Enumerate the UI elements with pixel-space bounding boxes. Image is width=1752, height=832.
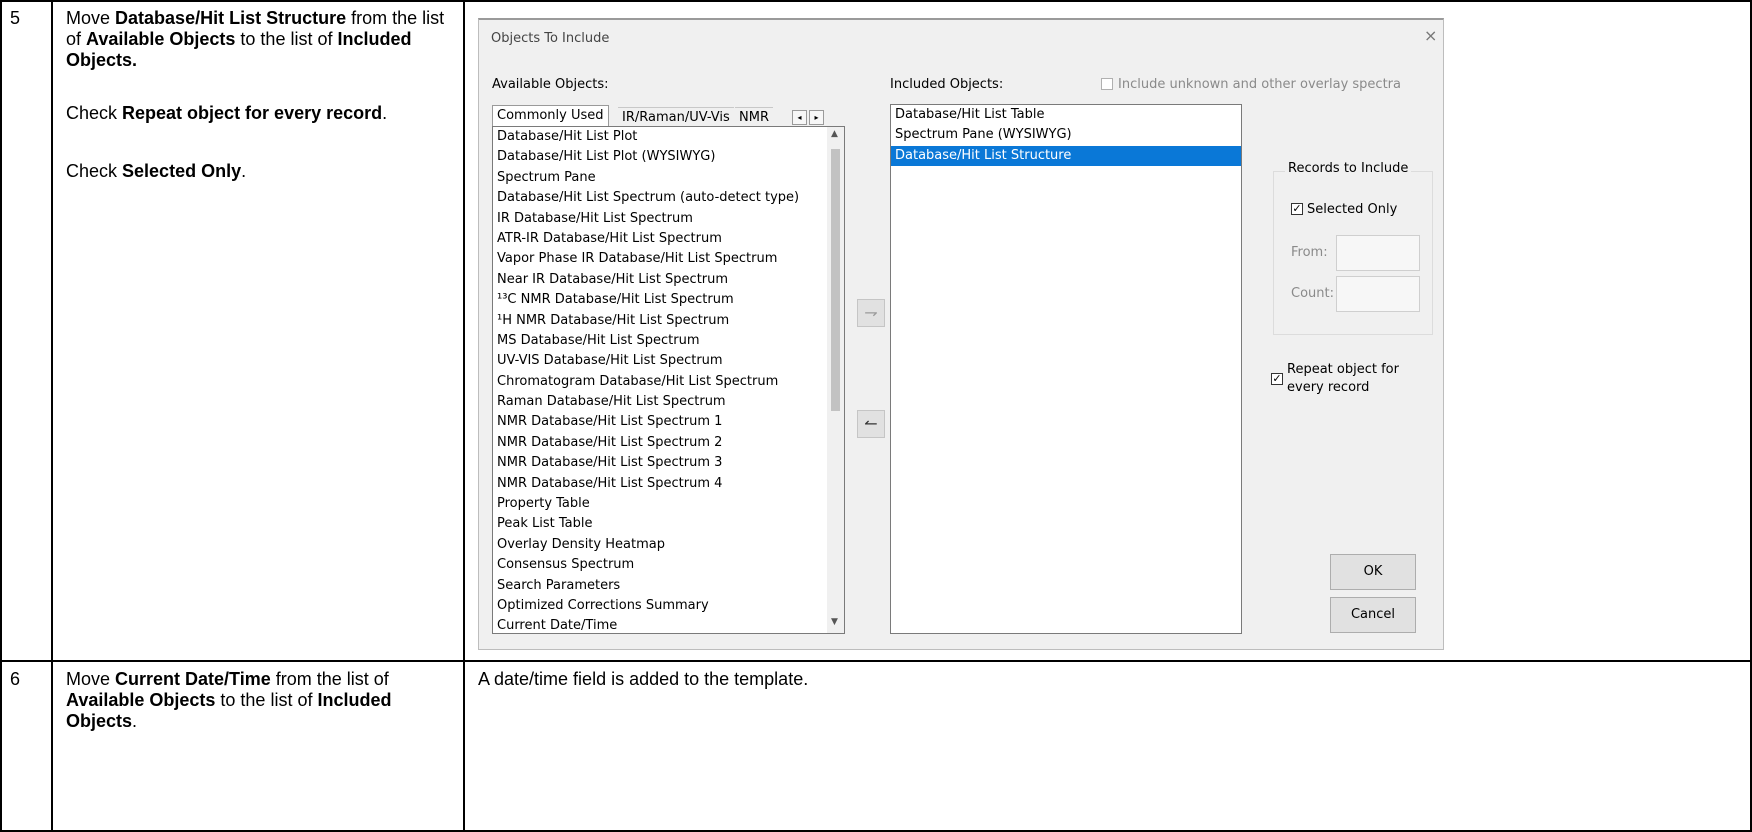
column-separator-step bbox=[51, 0, 53, 832]
emphasized-text: Database/Hit List Structure bbox=[115, 8, 347, 28]
objects-to-include-dialog: Objects To Include × Available Objects: … bbox=[478, 18, 1444, 650]
list-item[interactable]: NMR Database/Hit List Spectrum 1 bbox=[493, 412, 844, 432]
list-item[interactable]: Database/Hit List Structure bbox=[891, 145, 1241, 167]
step-result: A date/time field is added to the templa… bbox=[478, 669, 809, 689]
move-to-included-button[interactable]: ⇁ bbox=[857, 299, 885, 327]
instruction-text: . bbox=[241, 161, 247, 181]
tab-scroll-right-icon[interactable]: ▸ bbox=[809, 110, 824, 125]
instruction-paragraph: Move Current Date/Time from the list of … bbox=[66, 669, 458, 732]
emphasized-text: Selected Only bbox=[122, 161, 242, 181]
list-item[interactable]: ¹³C NMR Database/Hit List Spectrum bbox=[493, 290, 844, 310]
emphasized-text: Available Objects bbox=[86, 29, 236, 49]
instruction-paragraph: Move Database/Hit List Structure from th… bbox=[66, 8, 458, 71]
list-item[interactable]: NMR Database/Hit List Spectrum 3 bbox=[493, 453, 844, 473]
emphasized-text: Repeat object for every record bbox=[122, 103, 383, 123]
instruction-paragraph: Check Repeat object for every record. bbox=[66, 103, 458, 124]
records-to-include-label: Records to Include bbox=[1285, 161, 1412, 176]
list-item[interactable]: MS Database/Hit List Spectrum bbox=[493, 331, 844, 351]
chevron-up-icon[interactable]: ▲ bbox=[831, 129, 838, 139]
table-top-border bbox=[0, 0, 1752, 2]
repeat-object-label-line2: every record bbox=[1287, 380, 1370, 395]
tab-nmr[interactable]: NMR bbox=[735, 107, 773, 127]
instruction-text: Check bbox=[66, 103, 123, 123]
vertical-scrollbar[interactable]: ▲ ▼ bbox=[827, 127, 844, 633]
selected-only-label: Selected Only bbox=[1307, 202, 1398, 217]
step-number: 6 bbox=[10, 669, 21, 689]
included-objects-label: Included Objects: bbox=[890, 77, 1004, 92]
repeat-object-checkbox[interactable]: ✓ bbox=[1271, 373, 1283, 385]
count-input[interactable] bbox=[1336, 276, 1420, 312]
instruction-text: to the list of bbox=[235, 29, 338, 49]
repeat-object-label-line1: Repeat object for bbox=[1287, 362, 1399, 377]
list-item[interactable]: Raman Database/Hit List Spectrum bbox=[493, 392, 844, 412]
dialog-title: Objects To Include bbox=[491, 31, 610, 46]
move-to-available-button[interactable]: ↼ bbox=[857, 410, 885, 438]
instruction-text: Move bbox=[66, 669, 116, 689]
step-instructions: Move Database/Hit List Structure from th… bbox=[66, 8, 458, 182]
include-unknown-checkbox[interactable] bbox=[1101, 78, 1113, 90]
instruction-text: . bbox=[132, 711, 138, 731]
list-item[interactable]: Property Table bbox=[493, 494, 844, 514]
row-separator bbox=[0, 660, 1752, 662]
list-item[interactable]: Vapor Phase IR Database/Hit List Spectru… bbox=[493, 249, 844, 269]
scrollbar-thumb[interactable] bbox=[831, 149, 840, 411]
list-item[interactable]: Peak List Table bbox=[493, 514, 844, 534]
list-item[interactable]: Database/Hit List Plot (WYSIWYG) bbox=[493, 147, 844, 167]
list-item[interactable]: Database/Hit List Plot bbox=[493, 127, 844, 147]
tab-commonly-used[interactable]: Commonly Used bbox=[492, 105, 609, 127]
list-item[interactable]: Database/Hit List Table bbox=[891, 105, 1241, 125]
column-separator-instructions bbox=[463, 0, 465, 832]
list-item[interactable]: UV-VIS Database/Hit List Spectrum bbox=[493, 351, 844, 371]
table-left-border bbox=[0, 0, 2, 832]
step-instructions: Move Current Date/Time from the list of … bbox=[66, 669, 458, 732]
list-item[interactable]: Chromatogram Database/Hit List Spectrum bbox=[493, 372, 844, 392]
emphasized-text: Current Date/Time bbox=[115, 669, 271, 689]
count-label: Count: bbox=[1291, 286, 1334, 301]
included-items: Database/Hit List Table Spectrum Pane (WY… bbox=[891, 105, 1241, 167]
ok-button[interactable]: OK bbox=[1330, 554, 1416, 590]
from-label: From: bbox=[1291, 245, 1328, 260]
instruction-text: Check bbox=[66, 161, 123, 181]
from-input[interactable] bbox=[1336, 235, 1420, 271]
list-item[interactable]: NMR Database/Hit List Spectrum 4 bbox=[493, 474, 844, 494]
instruction-text: . bbox=[382, 103, 388, 123]
instruction-text: Move bbox=[66, 8, 116, 28]
selected-only-checkbox[interactable]: ✓ bbox=[1291, 203, 1303, 215]
list-item[interactable]: Optimized Corrections Summary bbox=[493, 596, 844, 616]
emphasized-text: Available Objects bbox=[66, 690, 216, 710]
list-item[interactable]: IR Database/Hit List Spectrum bbox=[493, 209, 844, 229]
list-item[interactable]: Spectrum Pane (WYSIWYG) bbox=[891, 125, 1241, 145]
instruction-text: to the list of bbox=[215, 690, 318, 710]
list-item[interactable]: ¹H NMR Database/Hit List Spectrum bbox=[493, 311, 844, 331]
include-unknown-label: Include unknown and other overlay spectr… bbox=[1118, 77, 1401, 92]
step-number: 5 bbox=[10, 8, 21, 28]
instruction-paragraph: Check Selected Only. bbox=[66, 161, 458, 182]
list-item[interactable]: Spectrum Pane bbox=[493, 168, 844, 188]
instruction-text: from the list of bbox=[270, 669, 389, 689]
chevron-down-icon[interactable]: ▼ bbox=[831, 617, 838, 627]
list-item[interactable]: Consensus Spectrum bbox=[493, 555, 844, 575]
available-objects-list[interactable]: Database/Hit List Plot Database/Hit List … bbox=[492, 126, 845, 634]
tab-scroll-left-icon[interactable]: ◂ bbox=[792, 110, 807, 125]
available-objects-label: Available Objects: bbox=[492, 77, 609, 92]
tab-ir-raman-uv-vis[interactable]: IR/Raman/UV-Vis bbox=[618, 107, 734, 127]
list-item[interactable]: ATR-IR Database/Hit List Spectrum bbox=[493, 229, 844, 249]
list-item[interactable]: Search Parameters bbox=[493, 576, 844, 596]
list-item[interactable]: Current Date/Time bbox=[493, 616, 844, 633]
list-item[interactable]: Near IR Database/Hit List Spectrum bbox=[493, 270, 844, 290]
repeat-object-label: Repeat object for every record bbox=[1287, 361, 1399, 397]
list-item[interactable]: NMR Database/Hit List Spectrum 2 bbox=[493, 433, 844, 453]
cancel-button[interactable]: Cancel bbox=[1330, 597, 1416, 633]
available-items: Database/Hit List Plot Database/Hit List … bbox=[493, 127, 844, 633]
list-item[interactable]: Database/Hit List Spectrum (auto-detect … bbox=[493, 188, 844, 208]
list-item[interactable]: Overlay Density Heatmap bbox=[493, 535, 844, 555]
included-objects-list[interactable]: Database/Hit List Table Spectrum Pane (WY… bbox=[890, 104, 1242, 634]
close-icon[interactable]: × bbox=[1424, 26, 1437, 45]
